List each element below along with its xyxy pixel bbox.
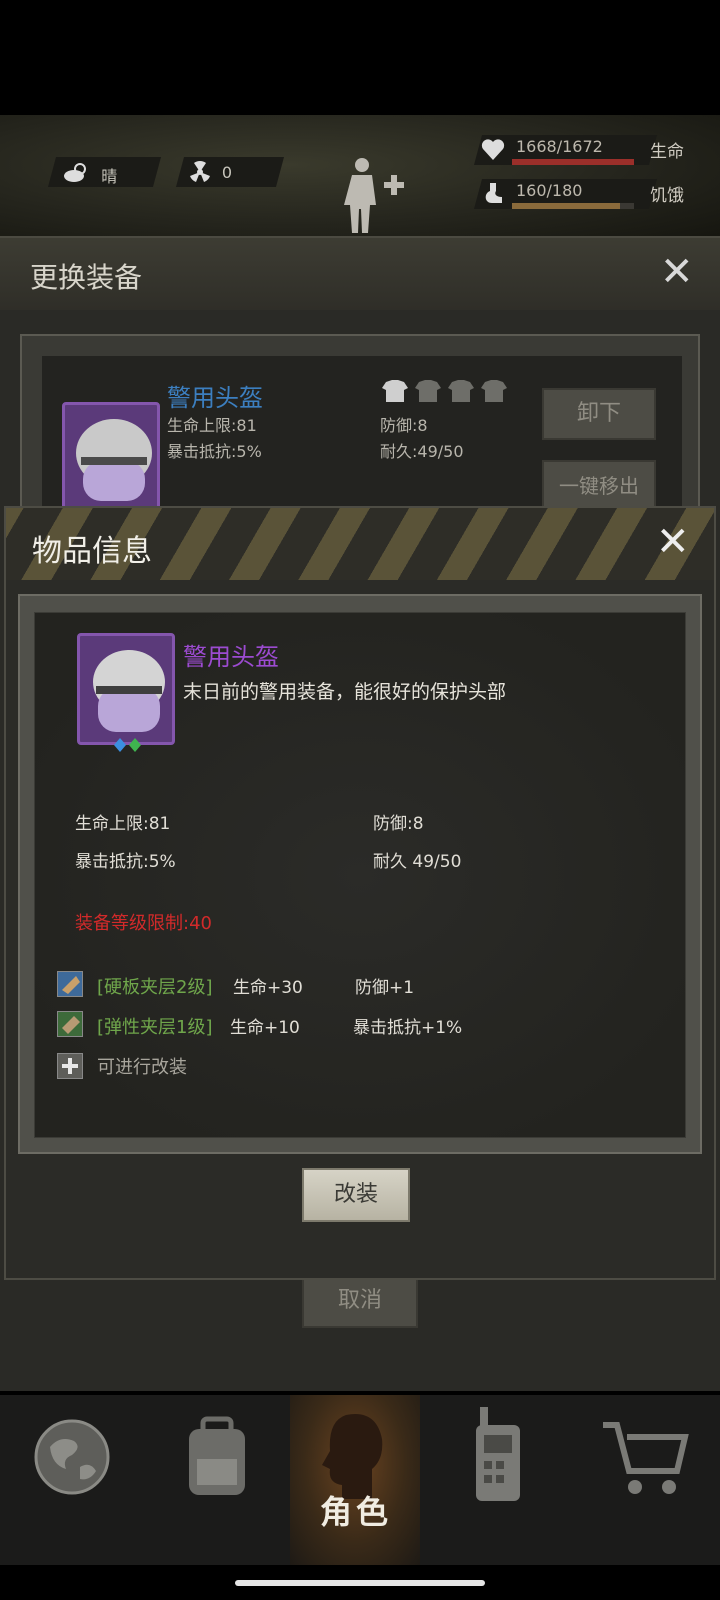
nav-role[interactable]: 角色 bbox=[290, 1395, 420, 1565]
hunger-label: 饥饿 bbox=[650, 186, 684, 206]
mod-1-stat1: 生命+30 bbox=[233, 978, 303, 998]
nav-role-label: 角色 bbox=[320, 1493, 393, 1531]
attr-durability: 耐久 49/50 bbox=[373, 852, 462, 872]
attr-defense: 防御:8 bbox=[373, 814, 424, 834]
status-area: 晴 0 1668/1672 生命 160/180 饥饿 bbox=[0, 115, 720, 240]
backpack-icon bbox=[177, 1415, 257, 1501]
equipped-crit-resist: 暴击抵抗:5% bbox=[167, 442, 262, 461]
equip-close-icon[interactable]: ✕ bbox=[660, 252, 694, 292]
item-info-inner: 警用头盔 末日前的警用装备，能很好的保护头部 生命上限:81 防御:8 暴击抵抗… bbox=[34, 612, 686, 1138]
nav-shop[interactable] bbox=[565, 1395, 720, 1565]
shirt-icons bbox=[382, 378, 512, 404]
radiation-pill: 0 bbox=[175, 157, 285, 187]
cancel-button[interactable]: 取消 bbox=[302, 1274, 418, 1328]
mod-2-stat2: 暴击抵抗+1% bbox=[353, 1018, 463, 1038]
mod-layer-icon bbox=[57, 1011, 83, 1037]
hunger-bar-fill bbox=[512, 203, 621, 209]
equip-header: 更换装备 ✕ bbox=[0, 238, 720, 310]
info-close-icon[interactable]: ✕ bbox=[656, 522, 690, 562]
cloud-sun-icon bbox=[62, 161, 90, 183]
globe-icon bbox=[32, 1417, 112, 1497]
equip-panel-title: 更换装备 bbox=[30, 261, 143, 294]
helmet-icon bbox=[93, 650, 165, 732]
mod-2-stat1: 生命+10 bbox=[230, 1018, 300, 1038]
attr-hp-max: 生命上限:81 bbox=[75, 814, 171, 834]
remove-all-button[interactable]: 一键移出 bbox=[542, 460, 656, 512]
nav-world[interactable] bbox=[0, 1395, 145, 1565]
hp-bar bbox=[512, 159, 634, 165]
item-icon bbox=[77, 633, 175, 745]
hp-bar-fill bbox=[512, 159, 634, 165]
item-name: 警用头盔 bbox=[183, 643, 279, 671]
mod-plate-icon bbox=[57, 971, 83, 997]
equipped-item-card: 警用头盔 生命上限:81 暴击抵抗:5% 防御:8 耐久:49/50 卸下 一键… bbox=[20, 334, 700, 514]
hunger-bar bbox=[512, 203, 634, 209]
level-limit: 装备等级限制:40 bbox=[75, 913, 212, 934]
hp-value: 1668/1672 bbox=[516, 137, 603, 156]
gem-icons bbox=[113, 737, 143, 753]
hunger-value: 160/180 bbox=[516, 181, 583, 200]
modify-button[interactable]: 改装 bbox=[302, 1168, 410, 1222]
equipped-hp-max: 生命上限:81 bbox=[167, 416, 257, 435]
attr-crit-resist: 暴击抵抗:5% bbox=[75, 852, 176, 872]
nav-radio[interactable] bbox=[420, 1395, 565, 1565]
helmet-icon bbox=[76, 419, 152, 501]
nav-backpack[interactable] bbox=[145, 1395, 290, 1565]
equipped-defense: 防御:8 bbox=[380, 416, 428, 435]
mod-1-stat2: 防御+1 bbox=[355, 978, 415, 998]
radiation-value: 0 bbox=[221, 163, 233, 182]
item-info-panel: 物品信息 ✕ 警用头盔 末日前的警用装备，能很好的保护头部 生命上限:81 防御… bbox=[4, 506, 716, 1280]
equipped-item-icon[interactable] bbox=[62, 402, 160, 512]
home-indicator[interactable] bbox=[235, 1580, 485, 1586]
hp-label: 生命 bbox=[650, 142, 684, 162]
item-info-body: 警用头盔 末日前的警用装备，能很好的保护头部 生命上限:81 防御:8 暴击抵抗… bbox=[18, 594, 702, 1154]
heart-icon bbox=[480, 137, 506, 163]
unequip-button[interactable]: 卸下 bbox=[542, 388, 656, 440]
bottom-nav: 角色 bbox=[0, 1395, 720, 1565]
equipped-item-name: 警用头盔 bbox=[167, 384, 263, 412]
item-info-title: 物品信息 bbox=[32, 534, 152, 569]
stomach-icon bbox=[482, 181, 506, 207]
mod-2-name: [弹性夹层1级] bbox=[97, 1017, 213, 1038]
walkie-talkie-icon bbox=[466, 1407, 526, 1507]
item-info-header: 物品信息 ✕ bbox=[6, 508, 714, 580]
mod-1-name: [硬板夹层2级] bbox=[97, 977, 213, 998]
character-figure-icon[interactable] bbox=[342, 155, 412, 235]
add-mod-text[interactable]: 可进行改装 bbox=[97, 1053, 187, 1079]
equipped-durability: 耐久:49/50 bbox=[380, 442, 464, 461]
weather-pill: 晴 bbox=[47, 157, 162, 187]
item-description: 末日前的警用装备，能很好的保护头部 bbox=[183, 681, 507, 703]
shopping-cart-icon bbox=[599, 1419, 689, 1499]
weather-text: 晴 bbox=[101, 167, 118, 186]
radiation-icon bbox=[188, 160, 212, 184]
add-mod-plus-icon[interactable] bbox=[57, 1053, 83, 1079]
